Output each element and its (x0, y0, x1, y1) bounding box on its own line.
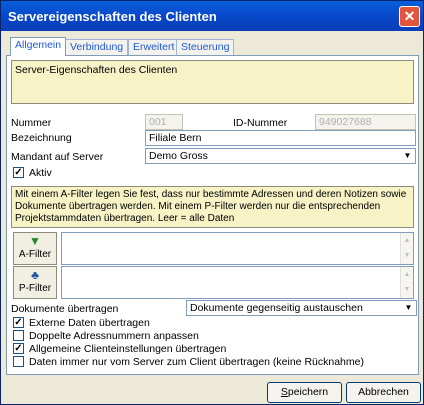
hierarchy-icon: ♣ (31, 268, 39, 282)
tab-erweitert[interactable]: Erweitert (128, 39, 180, 55)
doppelte-adressnummern-checkbox[interactable] (13, 330, 24, 341)
funnel-icon: ▼ (29, 234, 41, 248)
description-field[interactable]: Server-Eigenschaften des Clienten (11, 60, 414, 104)
aktiv-checkbox[interactable]: ✓ (13, 167, 24, 178)
nummer-field: 001 (145, 114, 183, 130)
clienteinstellungen-checkbox[interactable]: ✓ (13, 343, 24, 354)
nur-server-zu-client-label: Daten immer nur vom Server zum Client üb… (29, 356, 364, 368)
cancel-button[interactable]: Abbrechen (346, 382, 421, 403)
save-button[interactable]: Speichern (267, 382, 342, 403)
tab-steuerung[interactable]: Steuerung (176, 39, 235, 55)
aktiv-label: Aktiv (29, 167, 52, 179)
chevron-down-icon[interactable]: ▼ (401, 301, 416, 315)
p-filter-button[interactable]: ♣ P-Filter (13, 266, 57, 299)
a-filter-button[interactable]: ▼ A-Filter (13, 232, 57, 265)
tab-panel-allgemein: Server-Eigenschaften des Clienten Nummer… (6, 55, 419, 375)
window-title: Servereigenschaften des Clienten (8, 9, 217, 24)
documents-select[interactable]: Dokumente gegenseitig austauschen ▼ (186, 300, 417, 316)
bezeichnung-field[interactable]: Filiale Bern (145, 130, 416, 146)
id-nummer-label: ID-Nummer (233, 117, 288, 129)
p-filter-field[interactable]: ▲ ▼ (61, 266, 414, 299)
save-mnemonic: S (280, 386, 288, 398)
doppelte-adressnummern-label: Doppelte Adressnummern anpassen (29, 330, 199, 342)
a-filter-field[interactable]: ▲ ▼ (61, 232, 414, 265)
documents-label: Dokumente übertragen (11, 303, 119, 315)
id-nummer-field: 949027688 (315, 114, 416, 130)
clienteinstellungen-label: Allgemeine Clienteinstellungen übertrage… (29, 343, 227, 355)
mandant-select[interactable]: Demo Gross ▼ (145, 148, 416, 164)
dialog-window: Servereigenschaften des Clienten ✕ Allge… (0, 0, 424, 405)
mandant-label: Mandant auf Server (11, 151, 104, 163)
tab-verbindung[interactable]: Verbindung (65, 39, 129, 55)
close-icon: ✕ (403, 8, 416, 24)
externe-daten-label: Externe Daten übertragen (29, 317, 150, 329)
p-filter-scrollbar[interactable]: ▲ ▼ (400, 267, 413, 298)
chevron-down-icon[interactable]: ▼ (400, 149, 415, 163)
bezeichnung-label: Bezeichnung (11, 132, 72, 144)
tab-allgemein[interactable]: Allgemein (10, 37, 67, 56)
nur-server-zu-client-checkbox[interactable] (13, 356, 24, 367)
close-button[interactable]: ✕ (399, 6, 420, 27)
filter-info-text: Mit einem A-Filter legen Sie fest, dass … (11, 186, 414, 228)
mandant-value: Demo Gross (149, 150, 208, 162)
a-filter-label: A-Filter (18, 249, 52, 260)
save-label: peichern (287, 386, 329, 398)
externe-daten-checkbox[interactable]: ✓ (13, 317, 24, 328)
p-filter-label: P-Filter (18, 283, 52, 294)
title-bar[interactable]: Servereigenschaften des Clienten ✕ (1, 1, 423, 31)
nummer-label: Nummer (11, 117, 52, 129)
documents-value: Dokumente gegenseitig austauschen (190, 302, 363, 314)
a-filter-scrollbar[interactable]: ▲ ▼ (400, 233, 413, 264)
